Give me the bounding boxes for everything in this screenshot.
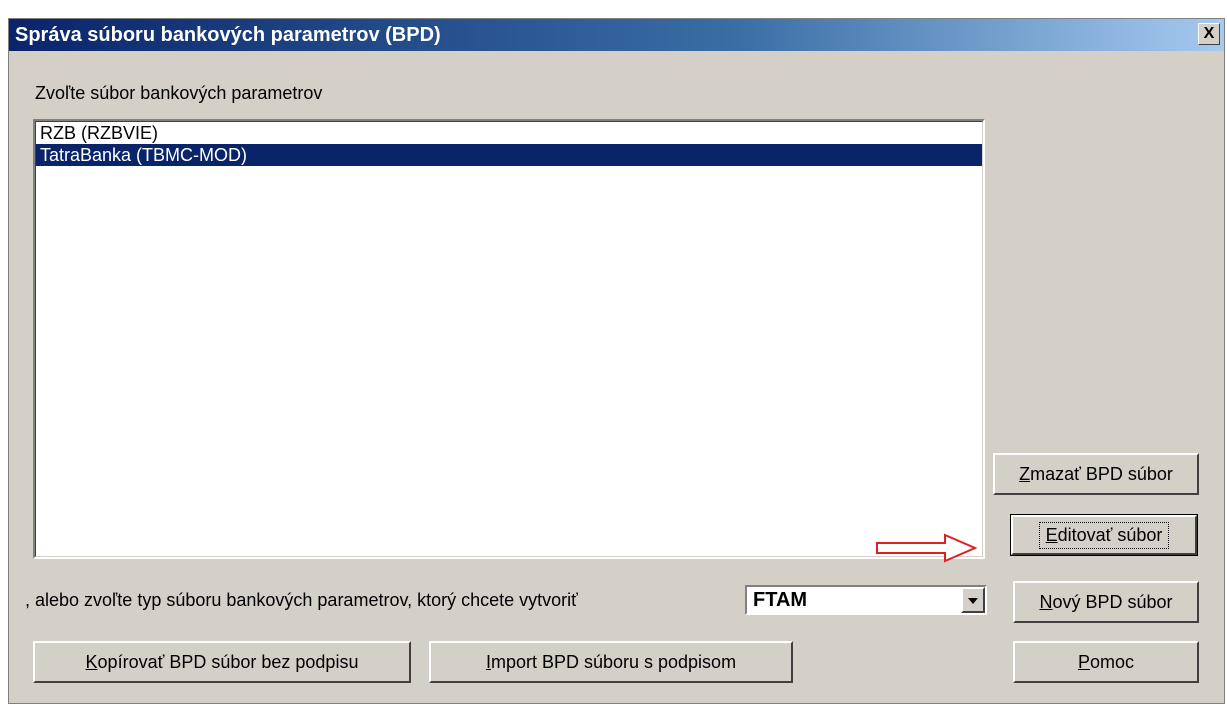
delete-bpd-button[interactable]: Zmazať BPD súbor — [993, 453, 1199, 495]
delete-bpd-label: Zmazať BPD súbor — [1019, 463, 1173, 484]
help-label: Pomoc — [1077, 651, 1135, 672]
import-bpd-label: Import BPD súboru s podpisom — [485, 651, 737, 672]
list-label: Zvoľte súbor bankových parametrov — [35, 83, 323, 103]
listbox-content: RZB (RZBVIE) TatraBanka (TBMC-MOD) — [35, 121, 983, 557]
arrow-right-icon — [876, 533, 978, 563]
close-button[interactable]: X — [1198, 23, 1220, 45]
chevron-down-icon[interactable] — [961, 587, 985, 613]
title-bar[interactable]: Správa súboru bankových parametrov (BPD)… — [9, 19, 1224, 51]
list-item[interactable]: RZB (RZBVIE) — [36, 122, 982, 144]
type-combobox-value: FTAM — [753, 589, 808, 611]
help-button[interactable]: Pomoc — [1013, 641, 1199, 683]
copy-bpd-button[interactable]: Kopírovať BPD súbor bez podpisu — [33, 641, 411, 683]
bpd-listbox[interactable]: RZB (RZBVIE) TatraBanka (TBMC-MOD) — [33, 119, 985, 559]
type-combobox[interactable]: FTAM — [745, 585, 987, 615]
type-selector-label: , alebo zvoľte typ súboru bankových para… — [25, 590, 578, 610]
list-item-selected[interactable]: TatraBanka (TBMC-MOD) — [36, 144, 982, 166]
edit-file-button[interactable]: Editovať súbor — [1010, 514, 1198, 556]
dialog-window: Správa súboru bankových parametrov (BPD)… — [8, 18, 1225, 704]
import-bpd-button[interactable]: Import BPD súboru s podpisom — [429, 641, 793, 683]
window-title: Správa súboru bankových parametrov (BPD) — [15, 24, 441, 46]
copy-bpd-label: Kopírovať BPD súbor bez podpisu — [85, 651, 359, 672]
new-bpd-button[interactable]: Nový BPD súbor — [1013, 581, 1199, 623]
new-bpd-label: Nový BPD súbor — [1039, 591, 1173, 612]
close-icon: X — [1203, 25, 1215, 42]
edit-file-label: Editovať súbor — [1038, 521, 1170, 549]
